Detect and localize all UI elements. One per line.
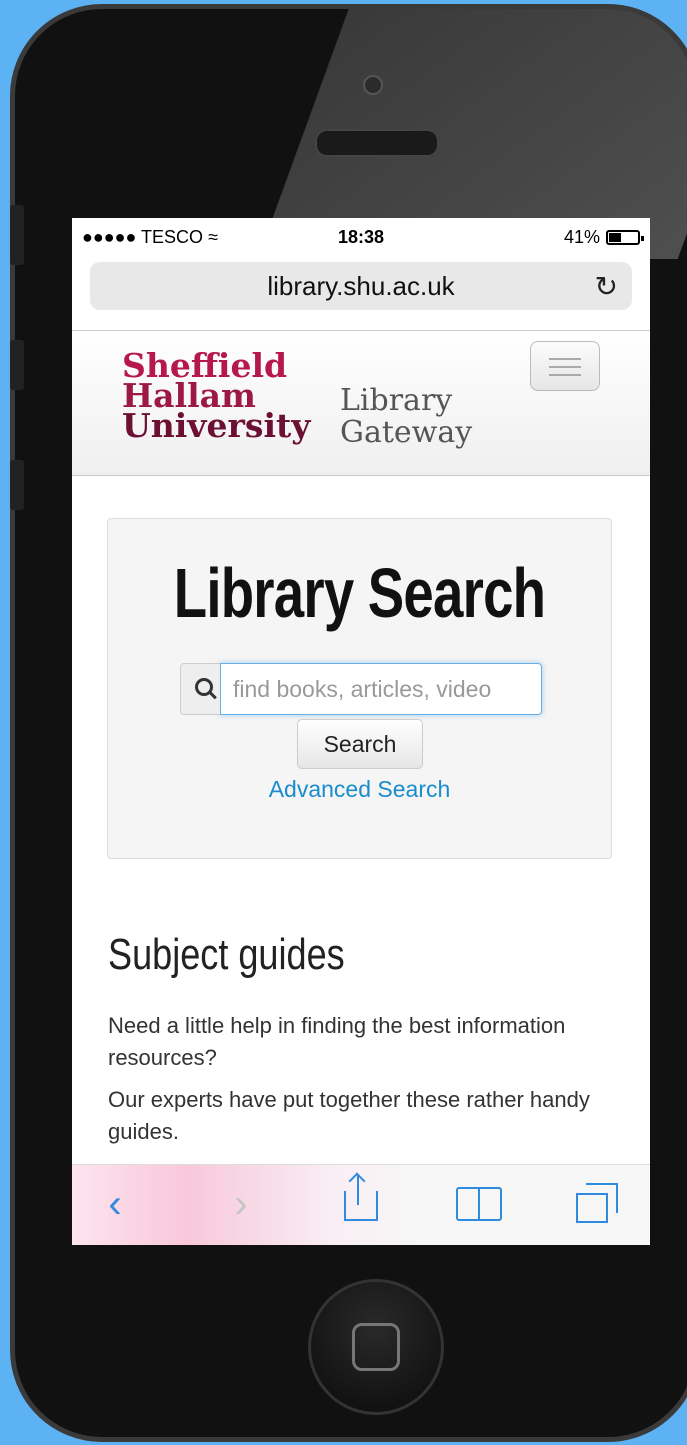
status-bar: ●●●●● TESCO ≈ 18:38 41% [72, 218, 650, 256]
front-camera [363, 75, 383, 95]
search-addon [180, 663, 220, 715]
subject-guides-heading: Subject guides [108, 930, 345, 979]
earpiece-speaker [315, 129, 439, 157]
back-icon[interactable]: ‹ [90, 1179, 140, 1229]
browser-toolbar: ‹ › [72, 1164, 650, 1245]
volume-up-button [10, 340, 24, 390]
battery-indicator: 41% [563, 226, 644, 248]
site-header: Sheffield Hallam University Library Gate… [72, 330, 650, 476]
address-bar[interactable]: library.shu.ac.uk ↻ [90, 262, 632, 310]
volume-down-button [10, 460, 24, 510]
library-gateway-logo[interactable]: Library Gateway [340, 385, 472, 449]
battery-tip [641, 235, 644, 241]
search-input[interactable] [220, 663, 542, 715]
logo-line-university: University [122, 406, 311, 445]
gateway-line-library: Library [340, 383, 453, 418]
advanced-search-link[interactable]: Advanced Search [108, 776, 611, 803]
hamburger-menu-button[interactable] [530, 341, 600, 391]
library-search-panel: Library Search Search Advanced Search [107, 518, 612, 859]
subject-guides-intro: Need a little help in finding the best i… [108, 1013, 566, 1070]
search-input-group [180, 663, 542, 715]
search-icon-handle [209, 691, 217, 700]
url-text: library.shu.ac.uk [267, 270, 455, 301]
reload-icon[interactable]: ↻ [595, 270, 618, 303]
bookmarks-icon-spine [478, 1189, 480, 1219]
battery-fill [609, 232, 622, 242]
share-icon-box [344, 1191, 378, 1221]
shu-logo[interactable]: Sheffield Hallam University [122, 349, 311, 445]
share-icon-head [348, 1172, 366, 1190]
subject-guides-description: Our experts have put together these rath… [108, 1087, 590, 1144]
mute-switch [10, 205, 24, 265]
search-button[interactable]: Search [297, 719, 423, 769]
tabs-icon-front [576, 1193, 608, 1223]
battery-icon [606, 229, 644, 245]
bookmarks-icon[interactable] [456, 1187, 502, 1221]
gateway-line-gateway: Gateway [340, 415, 473, 450]
hamburger-icon [549, 374, 581, 376]
hamburger-icon [549, 366, 581, 368]
library-search-title: Library Search [173, 554, 546, 632]
phone-screen: ●●●●● TESCO ≈ 18:38 41% library.shu.ac.u… [72, 218, 650, 1245]
hamburger-icon [549, 358, 581, 360]
home-square-icon [352, 1323, 400, 1371]
forward-icon[interactable]: › [216, 1179, 266, 1229]
battery-percent: 41% [563, 226, 600, 247]
home-button[interactable] [308, 1279, 444, 1415]
